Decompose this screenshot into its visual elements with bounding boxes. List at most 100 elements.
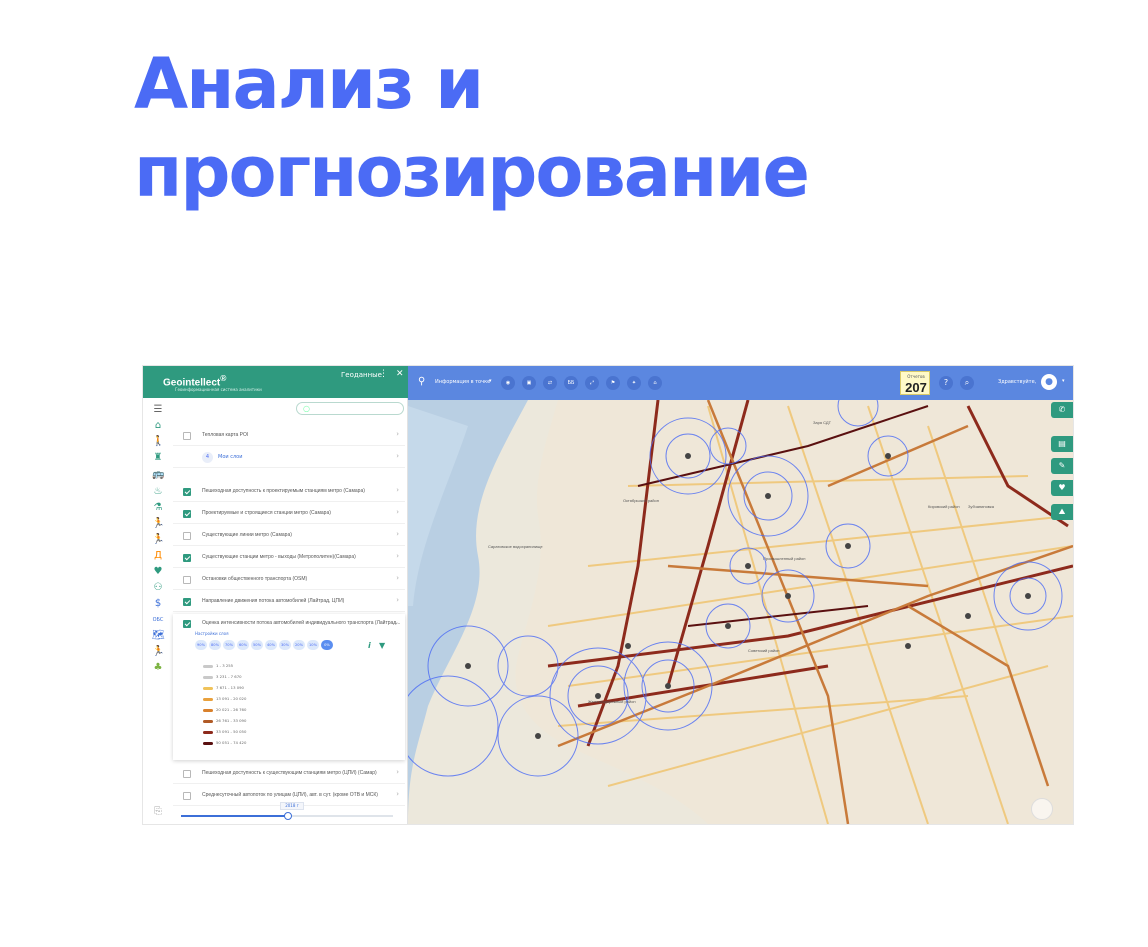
dollar-icon[interactable]: $ xyxy=(152,598,164,610)
map-canvas[interactable]: Саратовское водохранилище Октябрьский ра… xyxy=(408,366,1073,824)
runner-icon[interactable]: 🏃 xyxy=(152,518,164,530)
headline-line-2: прогнозирование xyxy=(134,131,810,213)
year-slider[interactable] xyxy=(181,812,393,820)
layer-row[interactable]: Направление движения потока автомобилей … xyxy=(173,592,405,612)
chevron-down-icon[interactable]: ⌄ xyxy=(393,618,399,626)
chevron-right-icon[interactable]: › xyxy=(396,508,399,516)
filter-icon[interactable]: ▼ xyxy=(379,641,385,650)
opacity-chip[interactable]: 50% xyxy=(251,640,263,650)
opacity-chip-selected[interactable]: 0% xyxy=(321,640,333,650)
user-avatar-icon[interactable]: ● xyxy=(1041,374,1057,390)
legend-item: 26 761 - 33 090 xyxy=(203,717,283,726)
opacity-chip[interactable]: 20% xyxy=(293,640,305,650)
legend-range: 26 761 - 33 090 xyxy=(216,718,247,723)
legend-range: 1 - 3 255 xyxy=(216,663,234,668)
favorite-icon[interactable]: ♥ xyxy=(1051,480,1073,496)
drop-icon[interactable]: ♨ xyxy=(152,486,164,498)
chevron-right-icon[interactable]: › xyxy=(396,486,399,494)
opacity-chip[interactable]: 30% xyxy=(279,640,291,650)
tool-button-bb[interactable]: ББ xyxy=(564,376,578,390)
app-screenshot: Саратовское водохранилище Октябрьский ра… xyxy=(143,366,1073,824)
layer-row[interactable]: 4 Мои слои › xyxy=(173,448,405,468)
network-icon[interactable]: ⚇ xyxy=(152,582,164,594)
opacity-chip[interactable]: 40% xyxy=(265,640,277,650)
legend-item: 1 - 3 255 xyxy=(203,662,283,671)
map-icon[interactable]: 🗺 xyxy=(152,630,165,642)
help-icon[interactable]: ? xyxy=(939,376,953,390)
mode-selector[interactable]: Информация в точке xyxy=(435,379,490,385)
page-headline: Анализ и прогнозирование xyxy=(134,40,1034,216)
more-options-icon[interactable]: ⋮ xyxy=(379,369,388,379)
obs-icon[interactable]: ОБС xyxy=(152,614,164,626)
chevron-right-icon[interactable]: › xyxy=(396,552,399,560)
slider-handle[interactable] xyxy=(284,812,292,820)
bus-icon[interactable]: 🚌 xyxy=(152,469,164,481)
layer-checkbox[interactable] xyxy=(183,488,191,496)
tool-button-layers[interactable]: ◉ xyxy=(501,376,515,390)
industry-icon[interactable]: ♜ xyxy=(152,452,164,464)
opacity-chip[interactable]: 60% xyxy=(237,640,249,650)
opacity-chip[interactable]: 10% xyxy=(307,640,319,650)
layer-row[interactable]: Тепловая карта POI › xyxy=(173,426,405,446)
info-icon[interactable]: i xyxy=(368,641,371,650)
walker-icon[interactable]: 🏃 xyxy=(152,534,164,546)
layer-checkbox[interactable] xyxy=(183,576,191,584)
layer-row[interactable]: Проектируемые и строящиеся станции метро… xyxy=(173,504,405,524)
chart-icon[interactable]: ⚗ xyxy=(152,502,164,514)
legend-swatch xyxy=(203,742,213,745)
layer-row[interactable]: Существующие линии метро (Самара) › xyxy=(173,526,405,546)
close-icon[interactable]: ✕ xyxy=(396,369,404,379)
opacity-chip[interactable]: 90% xyxy=(195,640,207,650)
legend-item: 13 091 - 20 020 xyxy=(203,695,283,704)
chevron-right-icon[interactable]: › xyxy=(396,530,399,538)
opacity-chip[interactable]: 80% xyxy=(209,640,221,650)
tool-button-home[interactable]: ⌂ xyxy=(648,376,662,390)
layer-search-input[interactable]: ○ xyxy=(296,402,404,415)
layer-checkbox[interactable] xyxy=(183,598,191,606)
chevron-right-icon[interactable]: › xyxy=(396,452,399,460)
pencil-icon[interactable]: ✎ xyxy=(1051,458,1073,474)
compass-icon[interactable] xyxy=(1031,798,1053,820)
layer-checkbox[interactable] xyxy=(183,510,191,518)
chevron-right-icon[interactable]: › xyxy=(396,430,399,438)
chevron-right-icon[interactable]: › xyxy=(396,574,399,582)
layer-row[interactable]: Пешеходная доступность к проектируемым с… xyxy=(173,482,405,502)
terrain-icon[interactable]: ⛰ xyxy=(1051,504,1073,520)
tool-button-draw[interactable]: ✦ xyxy=(627,376,641,390)
layer-checkbox[interactable] xyxy=(183,792,191,800)
layer-checkbox[interactable] xyxy=(183,554,191,562)
chevron-right-icon[interactable]: › xyxy=(396,768,399,776)
phone-icon[interactable]: ✆ xyxy=(1051,402,1073,418)
table-icon[interactable]: ▤ xyxy=(1051,436,1073,452)
tool-button-flag[interactable]: ⚑ xyxy=(606,376,620,390)
layer-row[interactable]: Пешеходная доступность к существующим ст… xyxy=(173,764,405,784)
layer-checkbox[interactable] xyxy=(183,432,191,440)
chevron-down-icon[interactable]: ▾ xyxy=(489,378,492,384)
health-icon[interactable]: ♥ xyxy=(152,566,164,578)
tool-button-compare[interactable]: ⇄ xyxy=(543,376,557,390)
tool-button-measure[interactable]: ⤢ xyxy=(585,376,599,390)
leaf-icon[interactable]: ♣ xyxy=(152,662,164,674)
layer-checkbox[interactable] xyxy=(183,620,191,628)
layer-row[interactable]: Существующие станции метро - выходы (Мет… xyxy=(173,548,405,568)
layer-checkbox[interactable] xyxy=(183,770,191,778)
tool-button-basemap[interactable]: ▣ xyxy=(522,376,536,390)
menu-icon[interactable]: ☰ xyxy=(152,404,164,416)
people-icon[interactable]: 🚶 xyxy=(152,436,164,448)
chevron-down-icon[interactable]: ▾ xyxy=(1062,378,1065,384)
layer-label: Оценка интенсивности потока автомобилей … xyxy=(202,620,401,626)
layer-row[interactable]: Остановки общественного транспорта (OSM)… xyxy=(173,570,405,590)
reports-counter[interactable]: Отчетов 207 xyxy=(900,371,930,395)
building-icon[interactable]: ⌂ xyxy=(152,420,164,432)
layer-checkbox[interactable] xyxy=(183,532,191,540)
map-toolbar: ⚲ Информация в точке ▾ ◉ ▣ ⇄ ББ ⤢ ⚑ ✦ ⌂ … xyxy=(408,366,1073,400)
stack-icon[interactable]: ⎘ xyxy=(152,806,164,818)
d-icon[interactable]: Д xyxy=(152,550,164,562)
person-icon[interactable]: 🏃 xyxy=(152,646,164,658)
opacity-chip[interactable]: 70% xyxy=(223,640,235,650)
layer-label: Остановки общественного транспорта (OSM) xyxy=(202,576,308,582)
chevron-right-icon[interactable]: › xyxy=(396,790,399,798)
search-icon[interactable]: ⌕ xyxy=(960,376,974,390)
chevron-right-icon[interactable]: › xyxy=(396,596,399,604)
legend-range: 13 091 - 20 020 xyxy=(216,696,247,701)
